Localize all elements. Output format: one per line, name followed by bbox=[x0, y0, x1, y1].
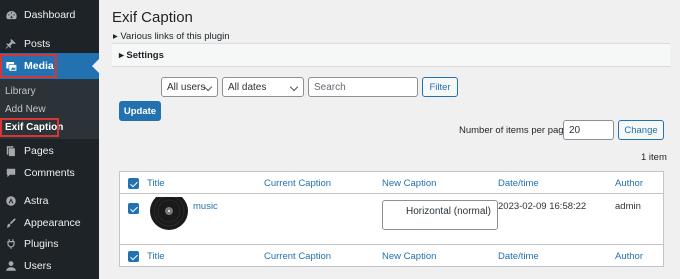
search-placeholder: Search bbox=[314, 81, 346, 93]
menu-label: Comments bbox=[24, 167, 75, 179]
menu-label: Appearance bbox=[24, 217, 81, 229]
per-page-value: 20 bbox=[569, 124, 581, 136]
col-author[interactable]: Author bbox=[615, 251, 643, 262]
new-caption-textarea[interactable]: Horizontal (normal) bbox=[382, 200, 498, 230]
col-author[interactable]: Author bbox=[615, 178, 643, 189]
col-datetime[interactable]: Date/time bbox=[498, 178, 539, 189]
users-filter-select[interactable]: All users bbox=[161, 77, 218, 97]
settings-panel: ▸ Settings bbox=[112, 43, 670, 67]
menu-label: Pages bbox=[24, 145, 54, 157]
col-current-caption[interactable]: Current Caption bbox=[264, 178, 331, 189]
submenu-add-new[interactable]: Add New bbox=[5, 104, 46, 115]
record-thumbnail[interactable] bbox=[148, 197, 188, 237]
row-author: admin bbox=[615, 201, 641, 212]
select-all-checkbox-footer[interactable] bbox=[128, 251, 139, 262]
menu-label: Plugins bbox=[24, 238, 59, 250]
col-current-caption[interactable]: Current Caption bbox=[264, 251, 331, 262]
table-footer: Title Current Caption New Caption Date/t… bbox=[120, 244, 663, 266]
settings-label: Settings bbox=[126, 50, 164, 61]
menu-users[interactable]: Users bbox=[0, 253, 99, 279]
users-filter-value: All users bbox=[167, 81, 206, 93]
filter-button[interactable]: Filter bbox=[422, 77, 458, 97]
col-new-caption[interactable]: New Caption bbox=[382, 251, 436, 262]
update-button[interactable]: Update bbox=[119, 101, 161, 121]
admin-sidebar: Dashboard Posts Media Library Add New Ex… bbox=[0, 0, 99, 279]
col-title[interactable]: Title bbox=[147, 251, 165, 262]
item-count: 1 item bbox=[641, 152, 667, 163]
dates-filter-value: All dates bbox=[228, 81, 267, 93]
table-header: Title Current Caption New Caption Date/t… bbox=[120, 172, 663, 194]
dashboard-icon bbox=[4, 8, 18, 22]
plugin-icon bbox=[4, 237, 18, 251]
menu-dashboard[interactable]: Dashboard bbox=[0, 2, 99, 28]
settings-toggle[interactable]: ▸ Settings bbox=[119, 50, 164, 61]
comments-icon bbox=[4, 166, 18, 180]
per-page-input[interactable]: 20 bbox=[563, 120, 614, 140]
menu-label: Dashboard bbox=[24, 9, 76, 21]
new-caption-value: Horizontal (normal) bbox=[405, 206, 491, 217]
row-title-link[interactable]: music bbox=[193, 201, 218, 212]
change-button[interactable]: Change bbox=[618, 120, 664, 140]
menu-comments[interactable]: Comments bbox=[0, 160, 99, 186]
page-title: Exif Caption bbox=[112, 9, 193, 26]
col-new-caption[interactable]: New Caption bbox=[382, 178, 436, 189]
col-title[interactable]: Title bbox=[147, 178, 165, 189]
media-highlight-box bbox=[0, 54, 57, 78]
dates-filter-select[interactable]: All dates bbox=[222, 77, 304, 97]
chevron-down-icon bbox=[289, 82, 299, 92]
menu-label: Users bbox=[24, 260, 52, 272]
astra-icon bbox=[4, 194, 18, 208]
plugin-links-toggle[interactable]: ▸ Various links of this plugin bbox=[113, 31, 230, 42]
media-table: Title Current Caption New Caption Date/t… bbox=[119, 171, 664, 267]
pages-icon bbox=[4, 144, 18, 158]
main-content: Exif Caption ▸ Various links of this plu… bbox=[99, 0, 680, 279]
users-icon bbox=[4, 259, 18, 273]
select-all-checkbox[interactable] bbox=[128, 178, 139, 189]
plugin-links-label: Various links of this plugin bbox=[120, 31, 230, 42]
per-page-label: Number of items per page: bbox=[459, 125, 572, 136]
row-datetime: 2023-02-09 16:58:22 bbox=[498, 201, 587, 212]
search-input[interactable]: Search bbox=[308, 77, 418, 97]
brush-icon bbox=[4, 216, 18, 230]
menu-label: Posts bbox=[24, 38, 51, 50]
row-checkbox[interactable] bbox=[128, 203, 139, 214]
submenu-library[interactable]: Library bbox=[5, 86, 36, 97]
pin-icon bbox=[4, 37, 18, 51]
menu-label: Astra bbox=[24, 195, 49, 207]
col-datetime[interactable]: Date/time bbox=[498, 251, 539, 262]
exif-caption-highlight-box bbox=[0, 118, 59, 137]
